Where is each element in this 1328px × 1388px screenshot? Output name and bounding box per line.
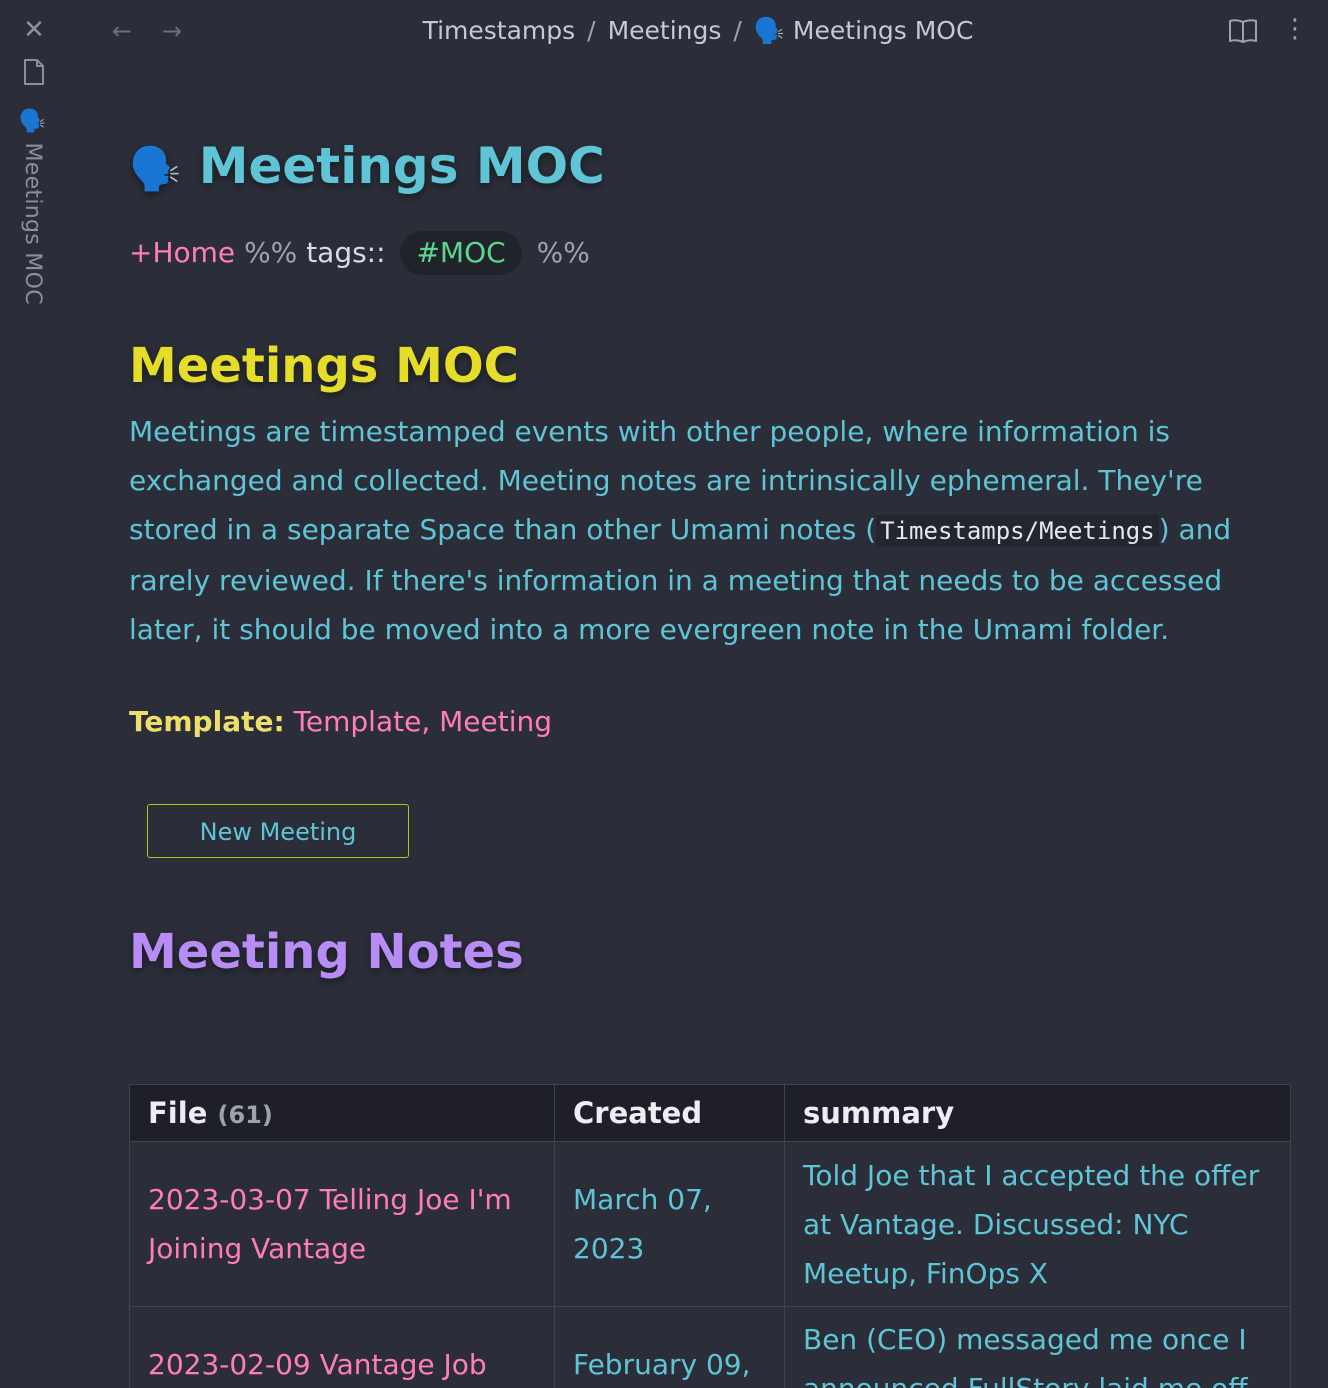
breadcrumb-current[interactable]: 🗣️ Meetings MOC	[754, 16, 974, 45]
comment-marker-open: %%	[244, 236, 298, 269]
close-icon[interactable]: ✕	[20, 16, 48, 44]
tag-moc[interactable]: #MOC	[400, 231, 522, 275]
inline-code: Timestamps/Meetings	[876, 515, 1159, 547]
top-bar: ← → Timestamps / Meetings / 🗣️ Meetings MOC …	[68, 0, 1328, 62]
file-icon[interactable]	[22, 58, 46, 90]
summary-cell: Told Joe that I accepted the offer at Va…	[784, 1141, 1291, 1307]
new-meeting-button[interactable]: New Meeting	[147, 804, 409, 858]
template-link[interactable]: Template	[294, 705, 422, 738]
more-vertical-icon[interactable]: ⋮	[1282, 14, 1308, 44]
breadcrumb-separator: /	[733, 16, 742, 45]
meeting-link[interactable]: Meeting	[439, 705, 552, 738]
file-header-label: File	[148, 1096, 208, 1130]
meeting-notes-table: File (61) Created summary 2023-03-07 Tel…	[129, 1084, 1291, 1388]
left-tab-strip: ✕ 🗣️ Meetings MOC	[0, 0, 68, 1388]
file-link[interactable]: 2023-02-09 Vantage Job	[129, 1306, 555, 1388]
note-content: 🗣️ Meetings MOC +Home %% tags:: #MOC %% …	[129, 100, 1299, 982]
section-heading: Meetings MOC	[129, 338, 519, 394]
table-header-row: File (61) Created summary	[129, 1084, 1291, 1142]
book-open-icon[interactable]	[1228, 18, 1258, 48]
created-date: February 09,	[554, 1306, 785, 1388]
page-title: 🗣️ Meetings MOC	[129, 134, 1299, 201]
table-row: 2023-02-09 Vantage Job February 09, Ben …	[129, 1306, 1291, 1388]
home-link[interactable]: +Home	[129, 236, 235, 269]
meeting-notes-heading: Meeting Notes	[129, 924, 524, 980]
breadcrumb: Timestamps / Meetings / 🗣️ Meetings MOC	[68, 14, 1328, 48]
page-title-text: Meetings MOC	[198, 137, 605, 195]
template-separator: ,	[421, 705, 440, 738]
template-line: Template: Template, Meeting	[129, 702, 1299, 742]
column-header-file[interactable]: File (61)	[129, 1084, 555, 1142]
summary-cell: Ben (CEO) messaged me once I announced F…	[784, 1306, 1291, 1388]
column-header-summary[interactable]: summary	[784, 1084, 1291, 1142]
file-link[interactable]: 2023-03-07 Telling Joe I'm Joining Vanta…	[129, 1141, 555, 1307]
column-header-created[interactable]: Created	[554, 1084, 785, 1142]
table-row: 2023-03-07 Telling Joe I'm Joining Vanta…	[129, 1141, 1291, 1307]
created-date: March 07, 2023	[554, 1141, 785, 1307]
comment-marker-close: %%	[536, 236, 590, 269]
template-label: Template:	[129, 705, 285, 738]
file-count: (61)	[217, 1101, 273, 1129]
app-window: ✕ 🗣️ Meetings MOC ← → Timestamps / Meeting…	[0, 0, 1328, 1388]
speaking-head-icon: 🗣️	[129, 144, 182, 193]
breadcrumb-timestamps[interactable]: Timestamps	[423, 16, 576, 45]
side-tab-title[interactable]: 🗣️ Meetings MOC	[20, 108, 45, 305]
breadcrumb-meetings[interactable]: Meetings	[608, 16, 722, 45]
tags-key: tags::	[306, 236, 386, 269]
intro-paragraph: Meetings are timestamped events with oth…	[129, 407, 1279, 654]
note-metadata: +Home %% tags:: #MOC %%	[129, 231, 1299, 277]
breadcrumb-separator: /	[587, 16, 596, 45]
